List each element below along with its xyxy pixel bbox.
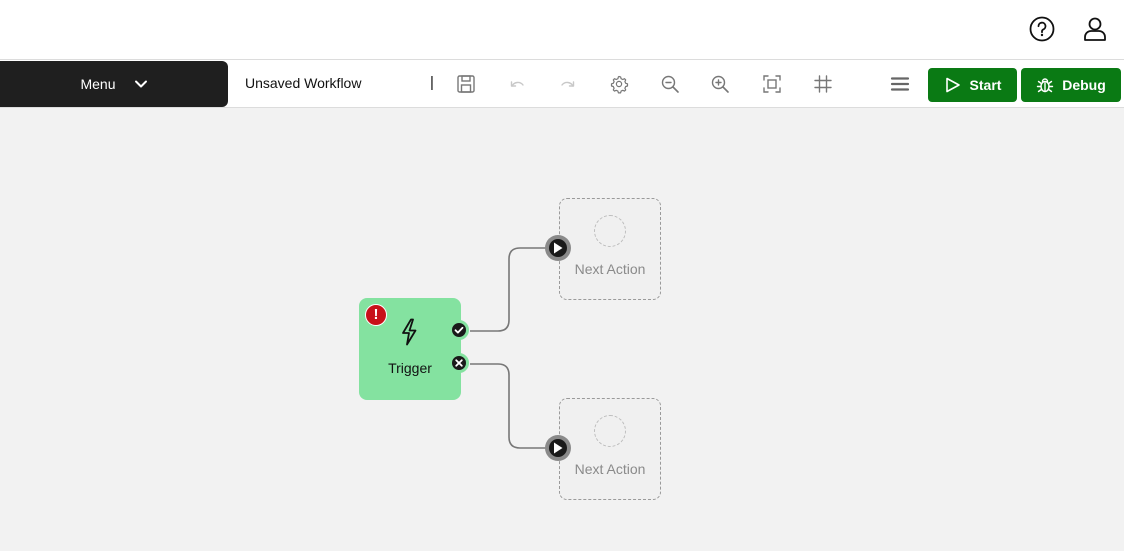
debug-label: Debug bbox=[1062, 77, 1106, 93]
help-icon[interactable] bbox=[1029, 16, 1055, 42]
save-icon[interactable] bbox=[455, 73, 477, 95]
fit-view-icon[interactable] bbox=[761, 73, 783, 95]
settings-icon[interactable] bbox=[608, 73, 630, 95]
start-label: Start bbox=[969, 77, 1002, 93]
grid-icon[interactable] bbox=[812, 73, 834, 95]
text-cursor: | bbox=[430, 74, 434, 91]
failure-port[interactable] bbox=[449, 353, 469, 373]
play-icon bbox=[554, 442, 563, 454]
workflow-name[interactable]: Unsaved Workflow bbox=[245, 75, 361, 91]
redo-icon[interactable] bbox=[557, 73, 579, 95]
top-header bbox=[0, 0, 1124, 60]
zoom-out-icon[interactable] bbox=[659, 73, 681, 95]
placeholder-circle-icon bbox=[594, 415, 626, 447]
next-action-node[interactable]: Next Action bbox=[559, 198, 661, 300]
user-icon[interactable] bbox=[1082, 16, 1108, 42]
menu-button[interactable]: Menu bbox=[0, 61, 228, 107]
lightning-bolt-icon bbox=[402, 318, 417, 346]
placeholder-circle-icon bbox=[594, 215, 626, 247]
bug-icon bbox=[1037, 78, 1054, 93]
hamburger-menu-icon[interactable] bbox=[889, 73, 911, 95]
undo-icon[interactable] bbox=[506, 73, 528, 95]
play-icon bbox=[945, 77, 960, 93]
workflow-toolbar: Menu Unsaved Workflow | Start Debug bbox=[0, 60, 1124, 108]
trigger-label: Trigger bbox=[388, 360, 432, 376]
next-action-label: Next Action bbox=[574, 261, 646, 277]
debug-button[interactable]: Debug bbox=[1021, 68, 1121, 102]
check-icon bbox=[454, 326, 464, 334]
error-badge-icon[interactable]: ! bbox=[365, 304, 387, 326]
chevron-down-icon bbox=[134, 80, 147, 88]
success-port[interactable] bbox=[449, 320, 469, 340]
input-port[interactable] bbox=[545, 235, 571, 261]
zoom-in-icon[interactable] bbox=[709, 73, 731, 95]
input-port[interactable] bbox=[545, 435, 571, 461]
x-icon bbox=[455, 359, 463, 367]
next-action-label: Next Action bbox=[574, 461, 646, 477]
start-button[interactable]: Start bbox=[928, 68, 1017, 102]
play-icon bbox=[554, 242, 563, 254]
menu-label: Menu bbox=[80, 76, 116, 92]
next-action-node[interactable]: Next Action bbox=[559, 398, 661, 500]
